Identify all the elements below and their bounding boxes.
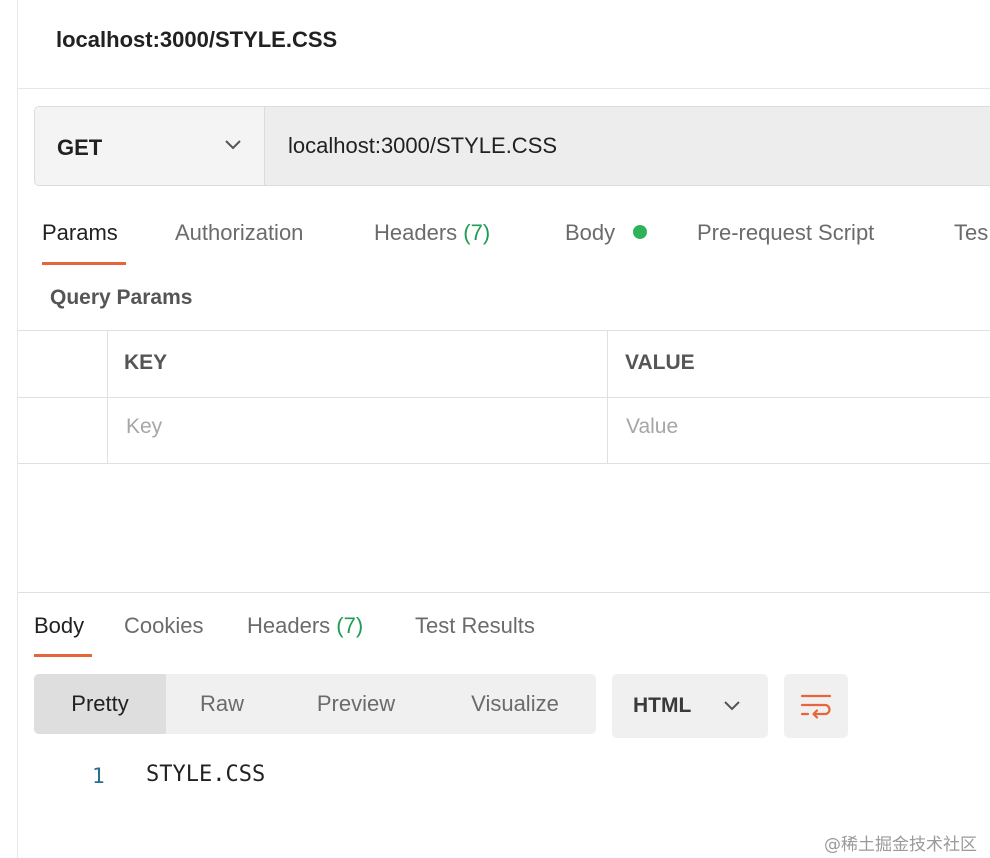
response-tab-headers-count: (7) bbox=[336, 613, 364, 638]
value-input[interactable]: Value bbox=[626, 415, 678, 439]
tab-pre-request-script[interactable]: Pre-request Script bbox=[697, 220, 874, 246]
tab-headers-count: (7) bbox=[463, 220, 491, 245]
query-params-table: KEY VALUE Key Value bbox=[18, 330, 990, 464]
row-divider bbox=[18, 397, 990, 398]
wrap-lines-button[interactable] bbox=[784, 674, 848, 738]
response-tab-body[interactable]: Body bbox=[34, 613, 84, 639]
wrap-lines-icon bbox=[800, 694, 832, 719]
request-bar: GET localhost:3000/STYLE.CSS bbox=[34, 106, 990, 186]
request-title-bar: localhost:3000/STYLE.CSS bbox=[18, 0, 990, 89]
method-select[interactable]: GET bbox=[35, 107, 265, 185]
format-visualize[interactable]: Visualize bbox=[448, 674, 582, 734]
format-pretty[interactable]: Pretty bbox=[34, 674, 166, 734]
tab-active-underline bbox=[42, 262, 126, 265]
response-tabs: Body Cookies Headers (7) Test Results bbox=[0, 593, 990, 663]
tab-tests[interactable]: Tes bbox=[954, 220, 988, 246]
response-tab-cookies[interactable]: Cookies bbox=[124, 613, 203, 639]
method-label: GET bbox=[57, 135, 103, 160]
language-label: HTML bbox=[633, 694, 692, 717]
chevron-down-icon bbox=[724, 701, 740, 711]
url-input[interactable]: localhost:3000/STYLE.CSS bbox=[266, 107, 990, 185]
tab-headers[interactable]: Headers (7) bbox=[374, 220, 490, 246]
tab-authorization[interactable]: Authorization bbox=[175, 220, 303, 246]
response-tab-active-underline bbox=[34, 654, 92, 657]
column-header-key: KEY bbox=[124, 351, 168, 374]
response-body-viewer[interactable]: 1 STYLE.CSS bbox=[18, 750, 990, 810]
chevron-down-icon bbox=[225, 140, 241, 150]
format-segmented-control: Pretty Raw Preview Visualize bbox=[34, 674, 596, 734]
request-title[interactable]: localhost:3000/STYLE.CSS bbox=[56, 27, 337, 53]
response-tab-headers[interactable]: Headers (7) bbox=[247, 613, 363, 639]
tab-body-label: Body bbox=[565, 220, 616, 245]
tab-params[interactable]: Params bbox=[42, 220, 118, 246]
body-indicator-dot bbox=[633, 225, 648, 239]
response-tab-test-results[interactable]: Test Results bbox=[415, 613, 535, 639]
tab-body[interactable]: Body bbox=[565, 220, 648, 246]
key-input[interactable]: Key bbox=[126, 415, 162, 439]
line-number: 1 bbox=[92, 764, 105, 788]
column-header-value: VALUE bbox=[625, 351, 695, 374]
format-raw[interactable]: Raw bbox=[166, 674, 278, 734]
request-tabs: Params Authorization Headers (7) Body Pr… bbox=[18, 200, 990, 270]
format-preview[interactable]: Preview bbox=[292, 674, 420, 734]
response-tab-headers-label: Headers bbox=[247, 613, 331, 638]
language-select[interactable]: HTML bbox=[612, 674, 768, 738]
query-params-title: Query Params bbox=[50, 286, 193, 309]
watermark: @稀土掘金技术社区 bbox=[824, 835, 977, 855]
url-text: localhost:3000/STYLE.CSS bbox=[288, 133, 558, 158]
tab-headers-label: Headers bbox=[374, 220, 458, 245]
code-line: STYLE.CSS bbox=[146, 762, 266, 787]
